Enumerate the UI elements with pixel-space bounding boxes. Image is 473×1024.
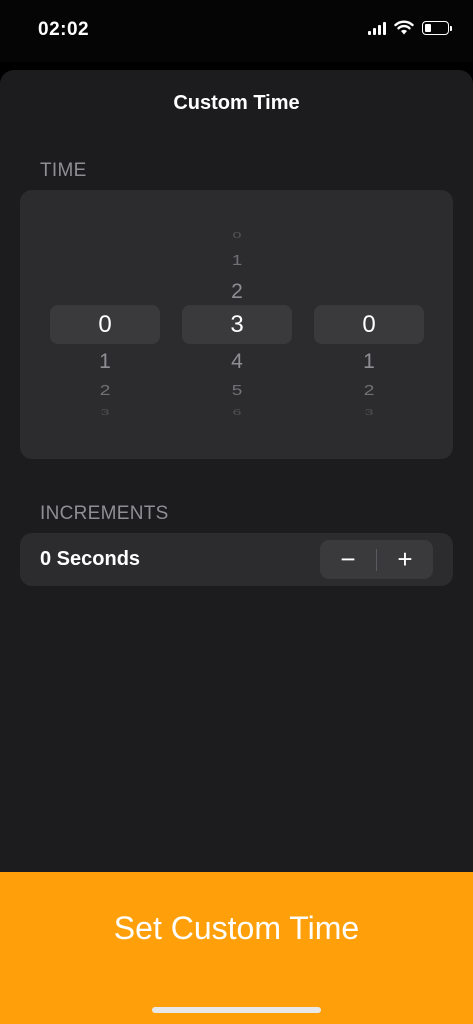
picker-option[interactable]: 2 bbox=[182, 280, 292, 304]
home-indicator[interactable] bbox=[152, 1007, 321, 1013]
increment-stepper: − + bbox=[320, 540, 433, 579]
picker-option[interactable]: 1 bbox=[182, 252, 292, 270]
status-bar: 02:02 bbox=[0, 0, 473, 62]
time-section-label: TIME bbox=[40, 160, 87, 181]
picker-option[interactable]: 2 bbox=[314, 382, 424, 400]
picker-option[interactable]: 5 bbox=[182, 382, 292, 400]
picker-option[interactable]: 4 bbox=[182, 350, 292, 374]
set-custom-time-label: Set Custom Time bbox=[113, 910, 360, 946]
picker-option[interactable]: 1 bbox=[314, 350, 424, 374]
picker-option[interactable]: 3 bbox=[314, 409, 424, 418]
increments-row: 0 Seconds − + bbox=[20, 533, 453, 586]
wifi-icon bbox=[394, 20, 414, 35]
increments-section-label: INCREMENTS bbox=[40, 503, 169, 524]
picker-option[interactable]: 2 bbox=[50, 382, 160, 400]
decrement-button[interactable]: − bbox=[320, 540, 376, 579]
picker-selected-value: 0 bbox=[362, 311, 376, 338]
battery-icon bbox=[422, 20, 452, 35]
time-picker: 0 1 2 3 3 0 1 2 4 5 6 0 1 2 3 bbox=[20, 190, 453, 459]
picker-selected-value: 3 bbox=[230, 311, 244, 338]
increment-button[interactable]: + bbox=[377, 540, 433, 579]
hours-picker-column[interactable]: 0 1 2 3 bbox=[50, 190, 160, 459]
picker-option[interactable]: 1 bbox=[50, 350, 160, 374]
sheet-title: Custom Time bbox=[173, 92, 300, 114]
picker-option[interactable]: 3 bbox=[50, 409, 160, 418]
set-custom-time-button[interactable]: Set Custom Time bbox=[0, 872, 473, 1024]
minutes-picker-column[interactable]: 3 0 1 2 4 5 6 bbox=[182, 190, 292, 459]
battery-level bbox=[425, 23, 432, 32]
cellular-signal-icon bbox=[368, 21, 386, 35]
seconds-picker-column[interactable]: 0 1 2 3 bbox=[314, 190, 424, 459]
status-icons bbox=[368, 20, 452, 35]
picker-option[interactable]: 0 bbox=[182, 232, 292, 241]
picker-selected-value: 0 bbox=[98, 311, 112, 338]
picker-option[interactable]: 6 bbox=[182, 409, 292, 418]
status-time: 02:02 bbox=[38, 19, 90, 40]
increment-value: 0 Seconds bbox=[40, 548, 141, 570]
